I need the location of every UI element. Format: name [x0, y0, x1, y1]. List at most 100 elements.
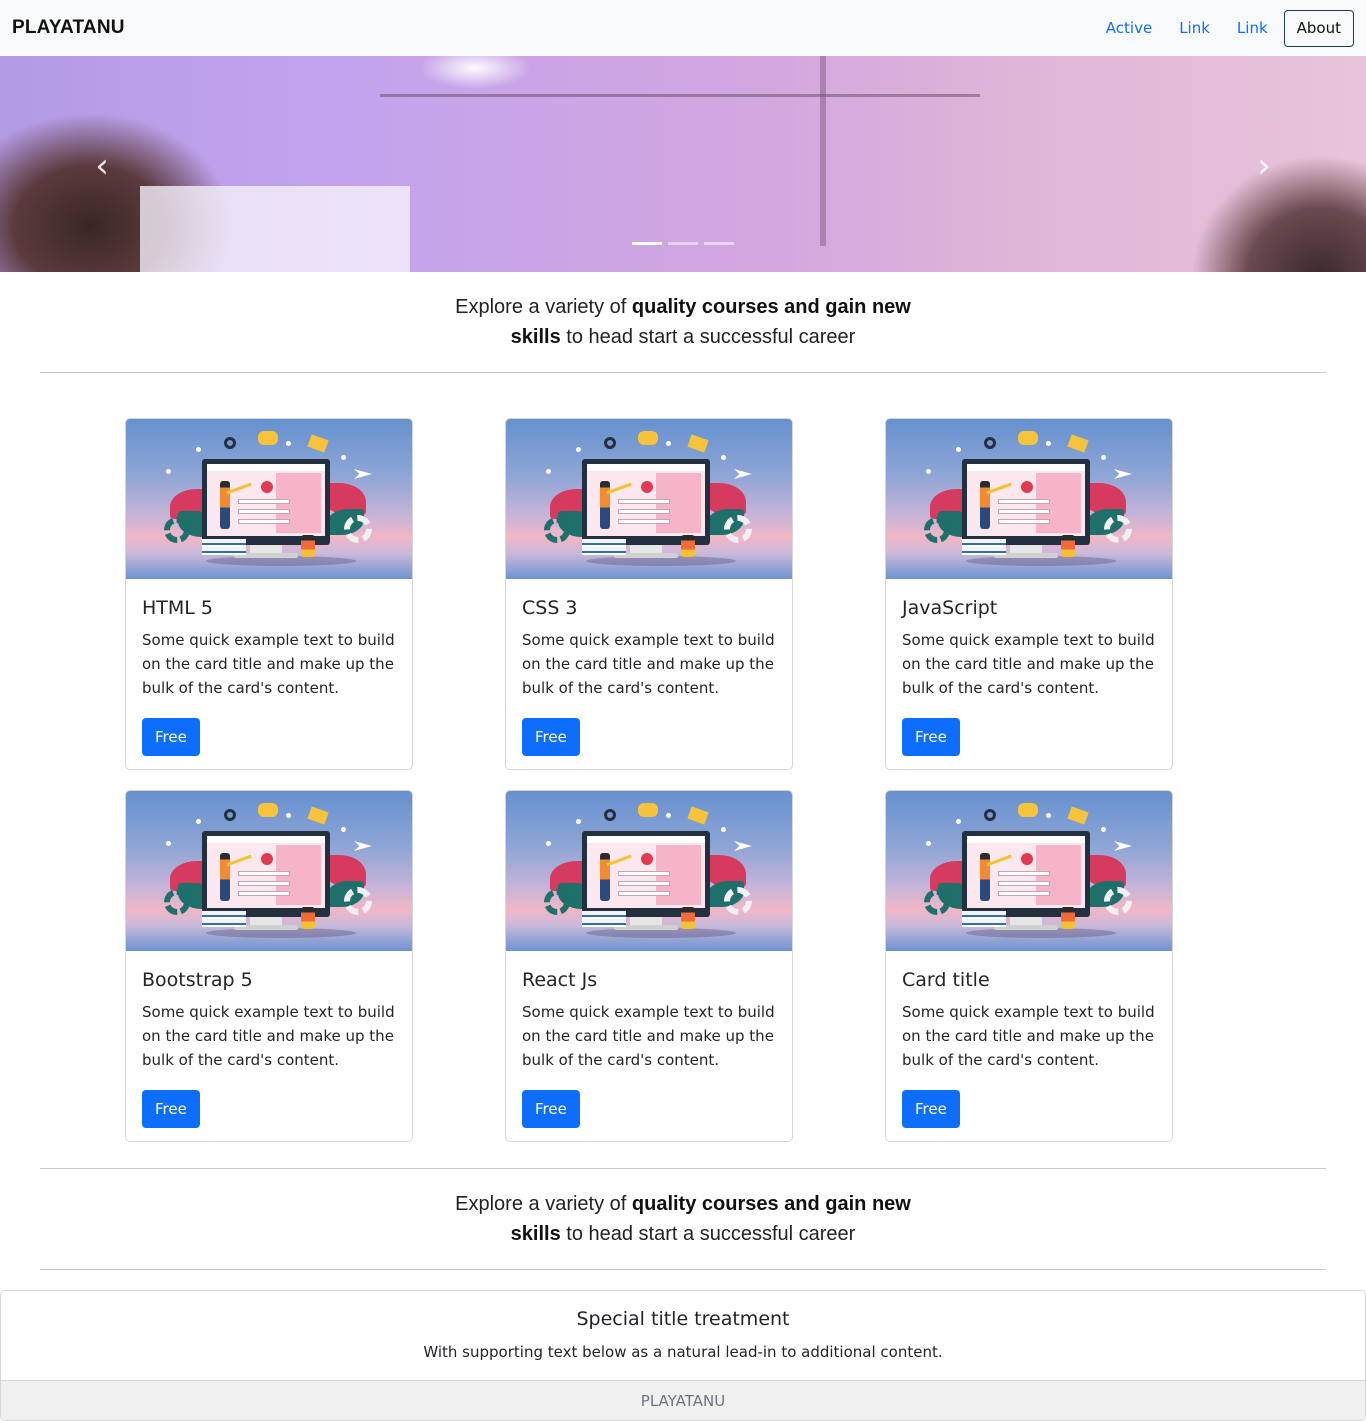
card-body: Bootstrap 5 Some quick example text to b… [126, 951, 412, 1141]
sparkle-icon [1046, 441, 1051, 446]
sparkle-icon [286, 441, 291, 446]
angular-badge-icon [1021, 853, 1033, 865]
envelope-icon [687, 806, 709, 825]
sparkle-icon [721, 455, 726, 460]
brand-logo[interactable]: PLAYATANU [12, 17, 125, 39]
browser-bar-icon [587, 836, 705, 843]
chevron-right-icon[interactable]: › [1249, 146, 1279, 186]
magnifier-icon [604, 437, 616, 449]
person-icon [301, 907, 315, 929]
browser-bar-icon [587, 464, 705, 471]
gear-icon [1104, 887, 1132, 915]
nav-link-active[interactable]: Active [1106, 19, 1152, 37]
card-body: HTML 5 Some quick example text to build … [126, 579, 412, 769]
navbar: PLAYATANU Active Link Link About [0, 0, 1366, 56]
card-text: Some quick example text to build on the … [902, 1003, 1155, 1069]
carousel-image-detail [380, 94, 980, 97]
chevron-left-icon[interactable]: ‹ [87, 146, 117, 186]
card-title: HTML 5 [142, 597, 213, 619]
person-icon [600, 481, 610, 529]
hero-carousel: ‹ › [0, 56, 1366, 272]
carousel-indicator-1[interactable] [632, 242, 662, 245]
angular-badge-icon [261, 481, 273, 493]
form-field-icon [238, 509, 290, 514]
free-button[interactable]: Free [902, 1090, 960, 1128]
books-icon [962, 539, 1006, 555]
gear-icon [544, 889, 570, 915]
card-image [886, 791, 1172, 951]
magnifier-icon [604, 809, 616, 821]
sparkle-icon [666, 441, 671, 446]
card-body: CSS 3 Some quick example text to build o… [506, 579, 792, 769]
card-title: Bootstrap 5 [142, 969, 253, 991]
nav-link-2[interactable]: Link [1237, 19, 1268, 37]
tagline: Explore a variety of quality courses and… [0, 292, 1366, 352]
person-icon [980, 481, 990, 529]
form-field-icon [618, 499, 670, 504]
gear-icon [724, 515, 752, 543]
books-icon [582, 539, 626, 555]
chat-bubble-icon [638, 803, 658, 817]
form-field-icon [998, 881, 1050, 886]
gear-icon [344, 515, 372, 543]
tagline-bold: skills [510, 1223, 561, 1245]
paper-plane-icon [1114, 841, 1132, 851]
form-field-icon [998, 499, 1050, 504]
card-text: Some quick example text to build on the … [142, 1003, 395, 1069]
person-icon [220, 481, 230, 529]
envelope-icon [1067, 434, 1089, 453]
form-field-icon [618, 871, 670, 876]
magnifier-icon [984, 437, 996, 449]
carousel-indicator-3[interactable] [704, 242, 734, 245]
form-field-icon [618, 891, 670, 896]
form-field-icon [238, 891, 290, 896]
card-body: Card title Some quick example text to bu… [886, 951, 1172, 1141]
envelope-icon [307, 434, 329, 453]
books-icon [582, 911, 626, 927]
tagline-bold: quality courses and gain new [631, 1193, 911, 1215]
browser-bar-icon [207, 836, 325, 843]
course-card: Card title Some quick example text to bu… [885, 790, 1173, 1142]
free-button[interactable]: Free [142, 1090, 200, 1128]
nav-link-1[interactable]: Link [1179, 19, 1210, 37]
footer-title: Special title treatment [576, 1308, 790, 1330]
free-button[interactable]: Free [522, 718, 580, 756]
carousel-indicators [632, 242, 734, 245]
card-image [886, 419, 1172, 579]
carousel-image-detail [820, 56, 826, 246]
sparkle-icon [196, 447, 201, 452]
card-body: React Js Some quick example text to buil… [506, 951, 792, 1141]
nav-links: Active Link Link About [1079, 9, 1354, 47]
paper-plane-icon [734, 841, 752, 851]
gear-icon [924, 517, 950, 543]
sparkle-icon [956, 447, 961, 452]
browser-bar-icon [967, 464, 1085, 471]
magnifier-icon [224, 437, 236, 449]
carousel-indicator-2[interactable] [668, 242, 698, 245]
footer-bar: PLAYATANU [1, 1380, 1365, 1420]
person-icon [681, 907, 695, 929]
free-button[interactable]: Free [142, 718, 200, 756]
gear-icon [164, 517, 190, 543]
divider [40, 372, 1326, 373]
form-field-icon [618, 509, 670, 514]
divider [40, 1168, 1326, 1169]
card-text: Some quick example text to build on the … [522, 631, 775, 697]
sparkle-icon [166, 841, 171, 846]
free-button[interactable]: Free [902, 718, 960, 756]
person-icon [980, 853, 990, 901]
browser-bar-icon [207, 464, 325, 471]
about-button[interactable]: About [1283, 9, 1354, 47]
tagline-bold: skills [510, 326, 561, 348]
card-title: CSS 3 [522, 597, 578, 619]
person-icon [220, 853, 230, 901]
gear-icon [924, 889, 950, 915]
tagline-text: to head start a successful career [560, 326, 856, 348]
form-field-icon [238, 871, 290, 876]
sparkle-icon [1046, 813, 1051, 818]
chat-bubble-icon [638, 431, 658, 445]
person-icon [681, 535, 695, 557]
free-button[interactable]: Free [522, 1090, 580, 1128]
form-field-icon [998, 519, 1050, 524]
footer-text: With supporting text below as a natural … [423, 1343, 943, 1361]
